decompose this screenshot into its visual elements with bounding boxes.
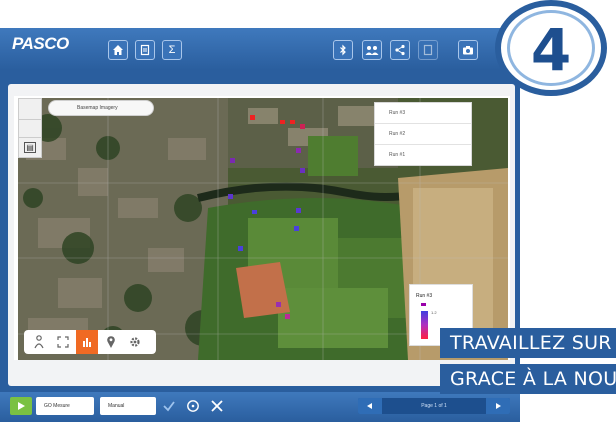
scale-label: 1.2 [431,310,437,315]
calculator-button[interactable]: Σ [162,40,182,60]
basemap-dropdown[interactable]: Basemap Imagery [48,100,154,116]
divider [19,119,41,120]
file-icon [140,44,150,56]
divider [19,137,41,138]
map-side-controls: ▤ [18,98,42,158]
tools-button[interactable] [208,397,226,415]
fit-view-button[interactable] [52,330,74,354]
legend-item[interactable]: Run #3 [375,103,471,124]
person-tool-button[interactable] [28,330,50,354]
step-number: 4 [530,16,572,84]
scale-marker [421,303,426,306]
gear-icon [130,337,140,347]
arrow-right-icon [496,403,501,409]
layers-icon[interactable]: ▤ [24,142,36,153]
scale-gradient [421,311,428,339]
map-tool-palette [24,330,156,354]
page-indicator: Page 1 of 1 [421,403,447,409]
pasco-logo: PASCO [12,34,69,53]
previous-page-button[interactable] [358,398,382,414]
arrow-left-icon [367,403,372,409]
sigma-icon: Σ [168,44,176,56]
pin-icon [107,336,115,348]
file-button[interactable] [135,40,155,60]
page-navigator: Page 1 of 1 [358,398,510,414]
bluetooth-button[interactable] [333,40,353,60]
chart-icon [83,338,91,347]
bluetooth-icon [340,44,346,56]
journal-button[interactable] [418,40,438,60]
collaborate-button[interactable] [362,40,382,60]
pin-tool-button[interactable] [100,330,122,354]
legend-item[interactable]: Run #1 [375,145,471,166]
legend-item[interactable]: Run #2 [375,124,471,145]
timer-icon [187,400,199,412]
camera-icon [463,46,473,55]
snapshot-button[interactable] [458,40,478,60]
check-icon [163,401,175,412]
next-page-button[interactable] [486,398,510,414]
document-icon [423,44,433,56]
run-legend: Run #3 Run #2 Run #1 [374,102,472,166]
timer-button[interactable] [184,397,202,415]
scale-title: Run #3 [416,293,433,299]
banner-line-2: GRACE À LA NOU [440,364,616,394]
start-button[interactable] [10,397,32,415]
top-toolbar [0,28,520,70]
tools-icon [211,400,223,412]
home-icon [113,45,123,55]
banner-line-1: TRAVAILLEZ SUR [440,328,616,358]
share-button[interactable] [390,40,410,60]
play-icon [18,402,25,410]
settings-button[interactable] [124,330,146,354]
home-button[interactable] [108,40,128,60]
share-icon [395,44,405,56]
screen: PASCO Σ ▤ Basemap Imagery Run #3 Run #2 … [0,0,616,422]
sampling-mode-select[interactable]: GO Mesure [36,397,94,415]
recording-mode-select[interactable]: Manual [100,397,156,415]
data-display-button[interactable] [76,330,98,354]
person-icon [34,335,44,349]
expand-icon [57,336,69,348]
people-icon [365,46,379,55]
keep-button[interactable] [160,397,178,415]
